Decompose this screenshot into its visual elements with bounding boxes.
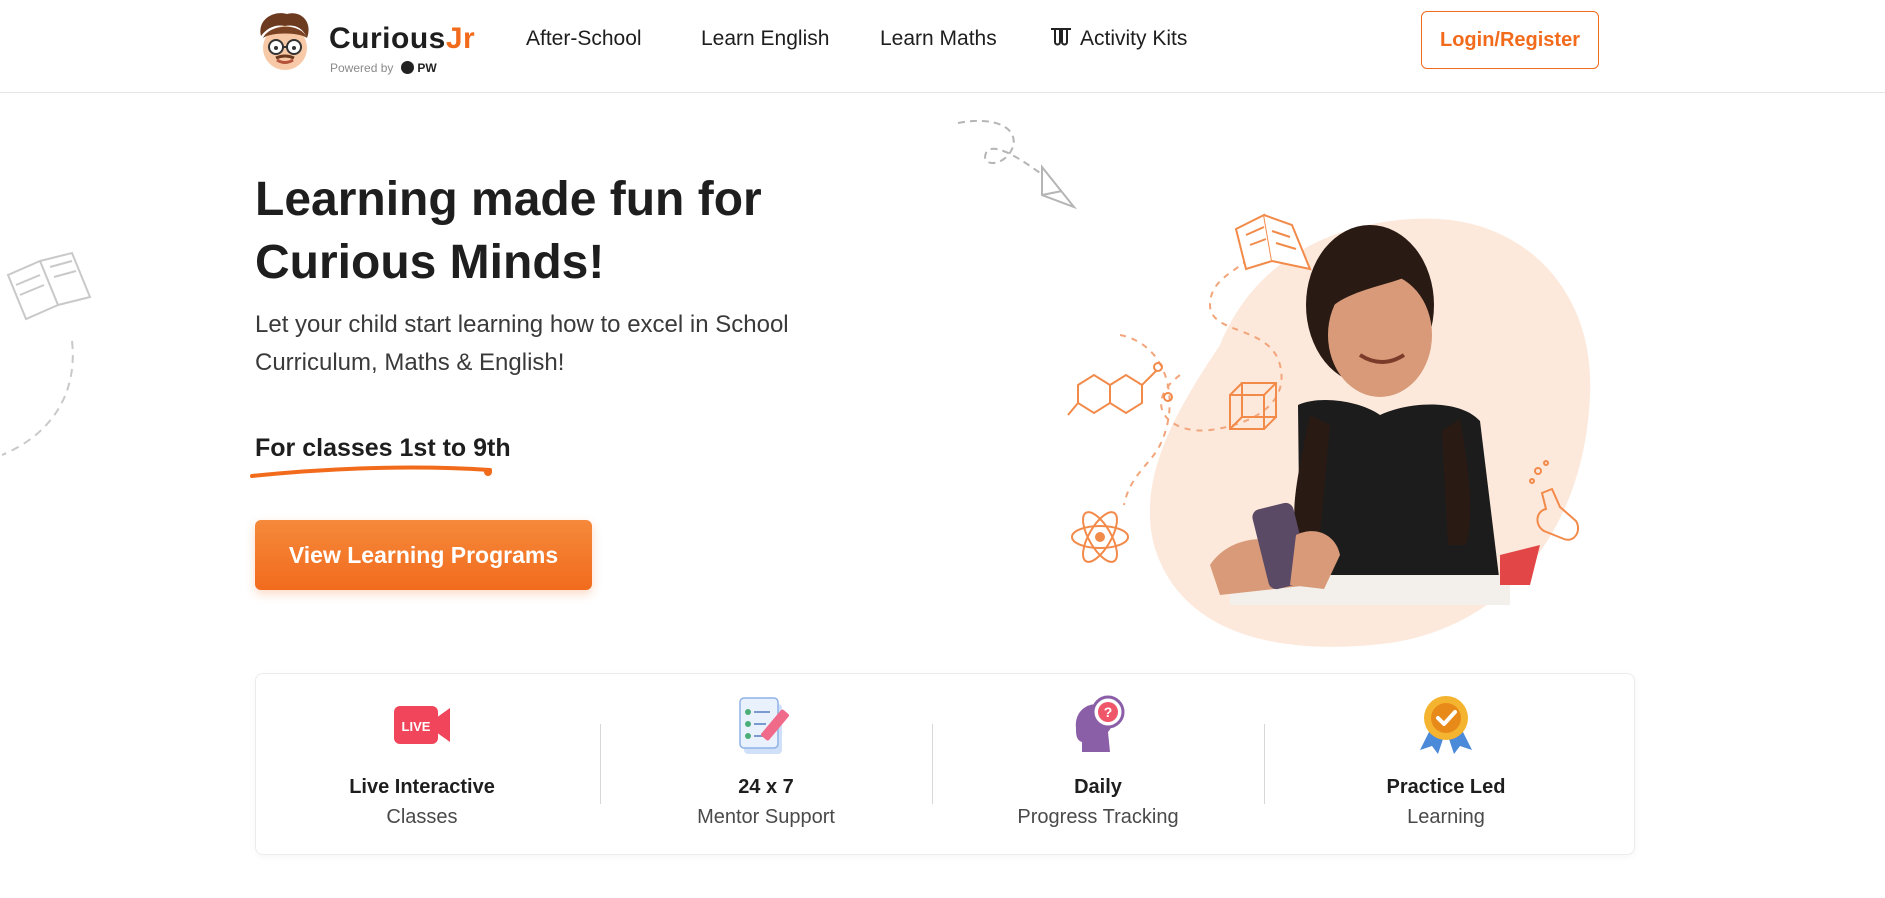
feature-mentor-support: 24 x 7 Mentor Support xyxy=(600,674,932,854)
atom-icon xyxy=(1071,511,1129,563)
head-question-icon: ? xyxy=(1075,695,1125,752)
feature-subtitle: Classes xyxy=(386,806,458,828)
lab-tubes-icon xyxy=(1051,28,1071,46)
classes-range: For classes 1st to 9th xyxy=(255,434,511,462)
feature-title: Practice Led xyxy=(1386,776,1506,798)
feature-title: 24 x 7 xyxy=(738,776,794,798)
feature-subtitle: Progress Tracking xyxy=(1017,806,1179,828)
feature-subtitle: Learning xyxy=(1407,806,1485,828)
feature-subtitle: Mentor Support xyxy=(697,806,835,828)
login-register-button[interactable]: Login/Register xyxy=(1421,11,1599,69)
mascot-icon xyxy=(260,13,309,70)
pw-logo-icon xyxy=(401,61,415,74)
features-card: LIVE Live Interactive Classes 24 x 7 Men… xyxy=(255,673,1635,855)
nav-after-school[interactable]: After-School xyxy=(526,27,642,51)
feature-divider xyxy=(1264,724,1265,804)
paper-plane-icon xyxy=(957,119,1078,210)
hero-student-image xyxy=(1067,213,1591,647)
powered-by: Powered by PW xyxy=(330,61,437,75)
feature-practice-learning: Practice Led Learning xyxy=(1280,674,1612,854)
hero-title: Learning made fun for Curious Minds! xyxy=(255,173,762,289)
brand-logo[interactable]: CuriousJr Powered by PW xyxy=(255,10,485,75)
orange-underline xyxy=(250,465,492,478)
feature-title: Daily xyxy=(1074,776,1122,798)
svg-text:LIVE: LIVE xyxy=(402,719,431,734)
site-header: CuriousJr Powered by PW After-School Lear… xyxy=(0,0,1885,93)
open-book-icon xyxy=(1234,213,1312,271)
hero-subtitle: Let your child start learning how to exc… xyxy=(255,311,789,376)
view-learning-programs-button[interactable]: View Learning Programs xyxy=(255,520,592,590)
svg-text:?: ? xyxy=(1104,704,1113,720)
checklist-pencil-icon xyxy=(739,697,789,754)
nav-learn-english[interactable]: Learn English xyxy=(701,27,829,51)
nav-activity-kits[interactable]: Activity Kits xyxy=(1050,27,1187,51)
molecule-icon xyxy=(1067,362,1173,416)
feature-title: Live Interactive xyxy=(349,776,495,798)
award-badge-icon xyxy=(1420,696,1472,754)
feature-progress-tracking: ? Daily Progress Tracking xyxy=(932,674,1264,854)
feature-live-classes: LIVE Live Interactive Classes xyxy=(256,674,588,854)
book-doodle-icon xyxy=(1,251,92,456)
live-camera-icon: LIVE xyxy=(394,706,450,744)
brand-name: CuriousJr xyxy=(329,22,476,55)
nav-learn-maths[interactable]: Learn Maths xyxy=(880,27,997,51)
